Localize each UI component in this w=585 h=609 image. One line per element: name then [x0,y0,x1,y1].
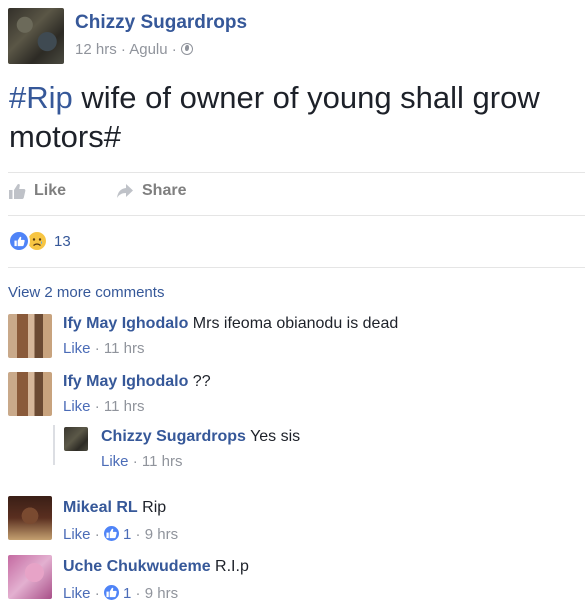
post-text: #Rip wife of owner of young shall grow m… [9,78,579,156]
comment-meta: Like · 11 hrs [63,398,145,415]
commenter-avatar[interactable] [8,372,52,416]
comment-meta: Like · 11 hrs [63,340,145,357]
view-more-comments-link[interactable]: View 2 more comments [8,284,164,301]
meta-separator: · [171,41,177,58]
divider [8,215,585,216]
comment-like-button[interactable]: Like [63,398,91,415]
comment-text: ?? [192,373,211,390]
comment-like-count[interactable]: 1 [123,585,131,602]
commenter-avatar[interactable] [8,314,52,358]
facebook-post: Chizzy Sugardrops 12 hrs · Agulu · #Rip … [0,0,585,609]
share-button[interactable]: Share [116,182,186,200]
comment-like-count[interactable]: 1 [123,526,131,543]
comment-body: Uche Chukwudeme R.I.p [63,558,249,576]
comment-body: Mikeal RL Rip [63,499,166,517]
reactions-summary[interactable]: 13 [8,229,71,253]
share-arrow-icon [117,184,133,198]
commenter-name[interactable]: Ify May Ighodalo [63,315,188,332]
comment-body: Ify May Ighodalo ?? [63,373,211,391]
comment-text: Yes sis [250,428,301,445]
author-avatar[interactable] [8,8,64,64]
comment-text: Mrs ifeoma obianodu is dead [192,315,399,332]
thumbs-up-icon [9,183,26,199]
comment-text: Rip [142,499,167,516]
comment-body: Ify May Ighodalo Mrs ifeoma obianodu is … [63,315,398,333]
comment-meta: Like · 11 hrs [101,453,183,470]
comment-like-button[interactable]: Like [63,526,91,543]
divider [8,267,585,268]
like-count-icon [103,585,119,600]
hashtag-link[interactable]: #Rip [9,80,73,115]
meta-separator: · [120,41,126,58]
comment-like-button[interactable]: Like [63,340,91,357]
commenter-avatar[interactable] [8,496,52,540]
post-body: wife of owner of young shall grow motors… [9,80,540,154]
comment-time[interactable]: 11 hrs [104,398,145,415]
commenter-name[interactable]: Ify May Ighodalo [63,373,188,390]
comment-time[interactable]: 11 hrs [142,453,183,470]
share-label: Share [142,182,187,199]
like-reaction-icon [8,230,30,252]
comment-text: R.I.p [215,558,249,575]
reply-thread-line [53,425,55,465]
author-name[interactable]: Chizzy Sugardrops [75,12,247,34]
like-button[interactable]: Like [8,182,66,200]
comment-meta: Like · 1 · 9 hrs [63,526,179,543]
commenter-name[interactable]: Mikeal RL [63,499,138,516]
comment-like-button[interactable]: Like [101,453,129,470]
post-meta: 12 hrs · Agulu · [75,41,193,58]
comment-time[interactable]: 11 hrs [104,340,145,357]
like-count-icon [103,526,119,541]
post-location[interactable]: Agulu [129,41,167,58]
commenter-name[interactable]: Uche Chukwudeme [63,558,211,575]
reaction-count: 13 [54,232,71,250]
divider [8,172,585,173]
comment-like-button[interactable]: Like [63,585,91,602]
commenter-avatar[interactable] [64,427,88,451]
like-label: Like [34,182,67,199]
comment-time[interactable]: 9 hrs [145,585,178,602]
comment-body: Chizzy Sugardrops Yes sis [101,428,300,446]
comment-meta: Like · 1 · 9 hrs [63,585,179,602]
post-time[interactable]: 12 hrs [75,41,117,58]
comment-time[interactable]: 9 hrs [145,526,178,543]
commenter-avatar[interactable] [8,555,52,599]
commenter-name[interactable]: Chizzy Sugardrops [101,428,246,445]
globe-icon[interactable] [180,43,193,55]
